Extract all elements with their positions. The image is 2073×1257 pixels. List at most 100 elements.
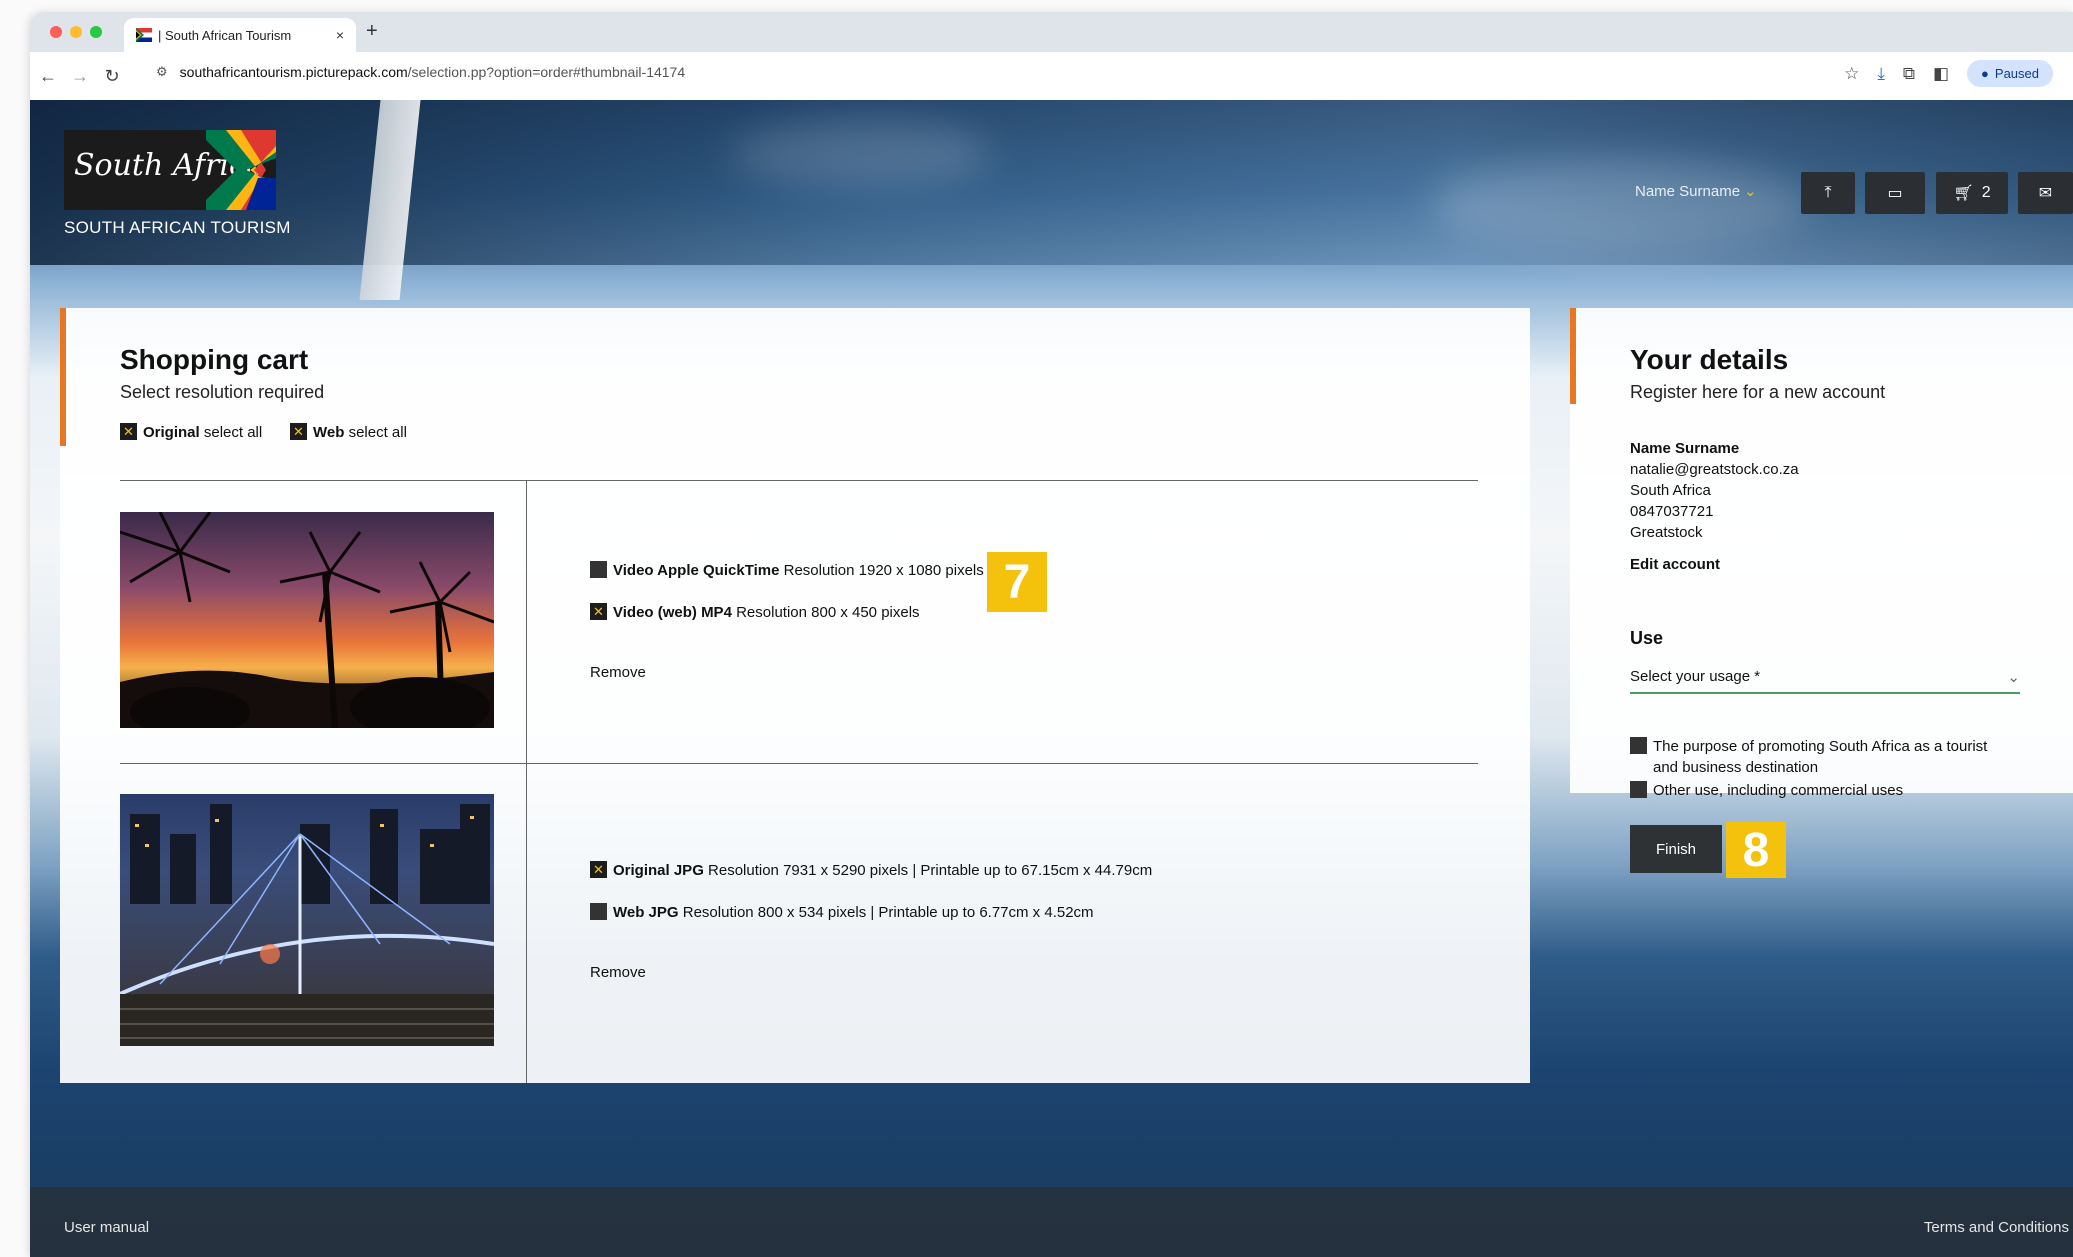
select-all-original[interactable]: ✕ Original select all (120, 422, 263, 442)
flag-chevron-icon (206, 130, 276, 210)
option-resolution: Resolution 7931 x 5290 pixels | Printabl… (703, 862, 1153, 879)
minimize-window-button[interactable] (70, 26, 82, 38)
south-africa-flag-icon (136, 28, 152, 42)
your-details-panel: Your details Register here for a new acc… (1570, 308, 2073, 799)
reload-icon[interactable]: ↻ (96, 66, 128, 87)
zoom-window-button[interactable] (90, 26, 102, 38)
usage-placeholder: Select your usage * (1630, 668, 1761, 685)
sunset-palms-image (120, 512, 494, 728)
shopping-cart-panel: Shopping cart Select resolution required… (60, 308, 1530, 1083)
city-bridge-image (120, 794, 494, 1046)
mail-button[interactable]: ✉ (2018, 172, 2073, 214)
item-thumbnail-bridge[interactable] (120, 794, 494, 1046)
cart-button[interactable]: 🛒︎ 2 (1936, 172, 2008, 214)
checkbox-checked-icon: ✕ (590, 860, 607, 878)
browser-tab[interactable]: | South African Tourism × (124, 18, 356, 52)
column-divider (526, 480, 527, 1083)
usage-option-label-line2: and business destination (1653, 759, 1819, 776)
select-all-original-rest: select all (199, 424, 263, 441)
option-video-mp4[interactable]: ✕ Video (web) MP4 Resolution 800 x 450 pi… (590, 602, 920, 622)
logo-subtitle: SOUTH AFRICAN TOURISM (64, 218, 291, 237)
chevron-down-icon: ⌄ (2007, 669, 2020, 686)
bookmark-star-icon[interactable]: ☆ (1844, 64, 1859, 84)
accent-bar (60, 308, 66, 446)
account-country: South Africa (1630, 482, 1711, 499)
cart-title: Shopping cart (120, 344, 309, 375)
account-name: Name Surname (1630, 440, 1740, 457)
edit-account-link[interactable]: Edit account (1630, 554, 1720, 575)
close-window-button[interactable] (50, 26, 62, 38)
user-manual-link[interactable]: User manual (64, 1219, 149, 1236)
option-video-quicktime[interactable]: Video Apple QuickTime Resolution 1920 x … (590, 560, 984, 580)
checkbox-checked-icon: ✕ (120, 422, 137, 440)
mail-icon: ✉ (2038, 185, 2053, 202)
back-icon[interactable]: ← (32, 66, 64, 87)
chevron-down-icon: ⌄ (1744, 183, 1757, 200)
option-resolution: Resolution 1920 x 1080 pixels (779, 562, 984, 579)
checkbox-unchecked-icon (1630, 780, 1647, 798)
option-name: Video Apple QuickTime (613, 562, 780, 579)
site-logo[interactable]: South Africa SOUTH AFRICAN TOURISM (64, 130, 291, 238)
details-subtitle: Register here for a new account (1630, 382, 1886, 402)
account-email: natalie@greatstock.co.za (1630, 461, 1799, 478)
lightbox-icon: ▭ (1887, 185, 1903, 202)
extensions-icon[interactable]: ⧉ (1903, 64, 1915, 84)
logo-box: South Africa (64, 130, 276, 210)
url-path: /selection.pp?option=order#thumbnail-141… (407, 64, 686, 80)
account-phone: 0847037721 (1630, 503, 1714, 520)
usage-option-promoting[interactable]: The purpose of promoting South Africa as… (1630, 736, 2030, 778)
use-label: Use (1630, 628, 1664, 648)
site-header (30, 100, 2073, 265)
side-panel-icon[interactable]: ◧ (1933, 64, 1949, 84)
option-web-jpg[interactable]: Web JPG Resolution 800 x 534 pixels | Pr… (590, 902, 1094, 922)
new-tab-button[interactable]: + (366, 20, 378, 43)
select-all-original-bold: Original (143, 424, 200, 441)
remove-item-link[interactable]: Remove (590, 664, 646, 681)
forward-icon[interactable]: → (64, 66, 96, 87)
select-all-web[interactable]: ✕ Web select all (290, 422, 407, 442)
remove-item-link[interactable]: Remove (590, 964, 646, 981)
step-marker-8: 8 (1726, 822, 1786, 878)
checkbox-unchecked-icon (1630, 736, 1647, 754)
option-resolution: Resolution 800 x 534 pixels | Printable … (678, 904, 1094, 921)
address-bar[interactable]: ⚙ southafricantourism.picturepack.com/se… (156, 64, 685, 80)
tab-title: | South African Tourism (158, 27, 292, 43)
lightbox-button[interactable]: ▭ (1865, 172, 1925, 214)
checkbox-checked-icon: ✕ (590, 602, 607, 620)
window-controls (50, 26, 102, 38)
browser-toolbar: ← → ↻ ⚙ southafricantourism.picturepack.… (30, 52, 2073, 100)
step-marker-7: 7 (987, 552, 1047, 612)
upload-button[interactable]: ⤒ (1801, 172, 1855, 214)
usage-option-other[interactable]: Other use, including commercial uses (1630, 780, 1903, 801)
account-info: Name Surname natalie@greatstock.co.za So… (1630, 438, 1799, 543)
site-settings-icon[interactable]: ⚙ (156, 64, 168, 80)
checkbox-unchecked-icon (590, 560, 607, 578)
divider (120, 480, 1478, 481)
download-icon[interactable]: ⤓ (1877, 64, 1885, 84)
select-all-web-bold: Web (313, 424, 345, 441)
page: South Africa SOUTH AFRICAN TOURISM Name … (30, 100, 2073, 1257)
checkbox-checked-icon: ✕ (290, 422, 307, 440)
cart-subtitle: Select resolution required (120, 382, 325, 402)
terms-link[interactable]: Terms and Conditions (1924, 1219, 2069, 1236)
option-original-jpg[interactable]: ✕ Original JPG Resolution 7931 x 5290 pix… (590, 860, 1153, 880)
finish-button[interactable]: Finish (1630, 825, 1722, 873)
select-all-web-rest: select all (344, 424, 407, 441)
url-host: southafricantourism.picturepack.com (179, 64, 408, 80)
browser-window: | South African Tourism × + ← → ↻ ⚙ sout… (30, 12, 2073, 1257)
usage-select[interactable]: Select your usage * ⌄ (1630, 668, 2020, 694)
option-name: Web JPG (613, 904, 679, 921)
person-icon: ● (1981, 66, 1989, 81)
user-menu[interactable]: Name Surname ⌄ (1635, 182, 1757, 200)
item-thumbnail-sunset[interactable] (120, 512, 494, 728)
option-name: Video (web) MP4 (613, 604, 732, 621)
tab-close-icon[interactable]: × (336, 27, 344, 43)
accent-bar (1570, 308, 1576, 404)
upload-icon: ⤒ (1824, 184, 1832, 201)
option-name: Original JPG (613, 862, 704, 879)
divider (120, 763, 1478, 764)
toolbar-actions: ☆ ⤓ ⧉ ◧ ● Paused (1844, 60, 2053, 87)
usage-option-label: The purpose of promoting South Africa as… (1653, 738, 1988, 755)
profile-button[interactable]: ● Paused (1967, 60, 2053, 87)
site-footer: User manual Terms and Conditions (30, 1187, 2073, 1257)
